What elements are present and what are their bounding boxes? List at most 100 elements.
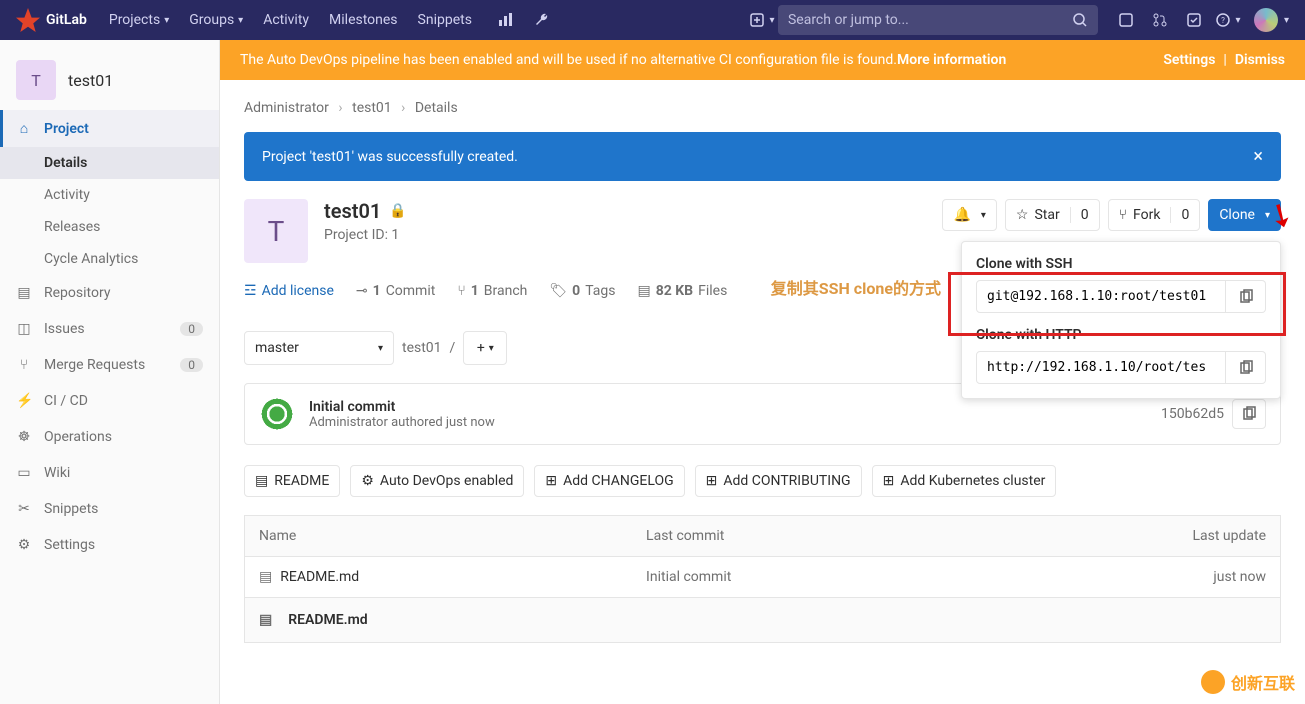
- copy-icon: [1238, 289, 1254, 305]
- add-contributing-button[interactable]: ⊞ Add CONTRIBUTING: [695, 465, 862, 497]
- stat-files[interactable]: ▤ 82 KB Files: [638, 283, 728, 299]
- mr-badge: 0: [180, 358, 203, 372]
- clone-ssh-input[interactable]: [976, 280, 1226, 313]
- bell-icon: 🔔: [953, 207, 970, 223]
- banner-text: The Auto DevOps pipeline has been enable…: [240, 52, 897, 68]
- star-button[interactable]: ☆Star0: [1005, 199, 1100, 231]
- notification-button[interactable]: 🔔▾: [942, 199, 996, 231]
- sidebar-sub-cycle-analytics[interactable]: Cycle Analytics: [0, 243, 219, 275]
- plus-icon[interactable]: ▾: [746, 4, 778, 36]
- sidebar-item-merge-requests[interactable]: ⑂Merge Requests0: [0, 347, 219, 383]
- sidebar-item-operations[interactable]: ☸Operations: [0, 419, 219, 455]
- copy-http-button[interactable]: [1226, 351, 1266, 384]
- todos-icon[interactable]: [1178, 4, 1210, 36]
- breadcrumb-admin[interactable]: Administrator: [244, 100, 329, 116]
- commit-title[interactable]: Initial commit: [309, 399, 495, 415]
- breadcrumb-project[interactable]: test01: [352, 100, 392, 116]
- readme-panel-header: ▤ README.md: [244, 598, 1281, 643]
- table-row[interactable]: ▤README.md Initial commit just now: [245, 557, 1281, 598]
- ops-icon: ☸: [16, 429, 32, 445]
- clone-http-input[interactable]: [976, 351, 1226, 384]
- project-id: Project ID: 1: [324, 227, 407, 243]
- path-project[interactable]: test01: [402, 340, 442, 356]
- file-icon: ▤: [259, 569, 272, 585]
- gitlab-icon: [16, 8, 40, 32]
- svg-text:?: ?: [1222, 16, 1226, 25]
- alert-text: Project 'test01' was successfully create…: [262, 149, 518, 165]
- project-title: test01: [324, 199, 381, 223]
- clone-ssh-label: Clone with SSH: [976, 256, 1266, 272]
- file-commit[interactable]: Initial commit: [632, 557, 973, 598]
- sidebar-item-cicd[interactable]: ⚡CI / CD: [0, 383, 219, 419]
- issues-icon[interactable]: [1110, 4, 1142, 36]
- nav-activity[interactable]: Activity: [253, 0, 319, 40]
- add-changelog-button[interactable]: ⊞ Add CHANGELOG: [534, 465, 684, 497]
- sidebar-sub-activity[interactable]: Activity: [0, 179, 219, 211]
- file-table: Name Last commit Last update ▤README.md …: [244, 515, 1281, 598]
- gitlab-logo[interactable]: GitLab: [16, 8, 87, 32]
- commit-author[interactable]: Administrator: [309, 415, 388, 430]
- sidebar-sub-releases[interactable]: Releases: [0, 211, 219, 243]
- merge-requests-icon[interactable]: [1144, 4, 1176, 36]
- devops-banner: The Auto DevOps pipeline has been enable…: [220, 40, 1305, 80]
- book-icon: ▭: [16, 465, 32, 481]
- commit-when: authored just now: [391, 415, 495, 430]
- branch-select[interactable]: master▾: [244, 331, 394, 365]
- stat-branches[interactable]: ⑂ 1 Branch: [457, 283, 527, 299]
- quick-actions: ▤ README ⚙ Auto DevOps enabled ⊞ Add CHA…: [244, 465, 1281, 497]
- scissors-icon: ✂: [16, 501, 32, 517]
- commit-author-avatar: [259, 396, 295, 432]
- sidebar-sub-details[interactable]: Details: [0, 147, 219, 179]
- stat-commits[interactable]: ⊸ 1 Commit: [356, 283, 435, 299]
- activity-chart-icon[interactable]: [490, 4, 522, 36]
- admin-wrench-icon[interactable]: [526, 4, 558, 36]
- search-input[interactable]: [788, 12, 1072, 28]
- nav-groups[interactable]: Groups▾: [179, 0, 253, 40]
- add-file-button[interactable]: + ▾: [463, 331, 507, 365]
- copy-ssh-button[interactable]: [1226, 280, 1266, 313]
- add-k8s-button[interactable]: ⊞ Add Kubernetes cluster: [872, 465, 1057, 497]
- topbar: GitLab Projects▾ Groups▾ Activity Milest…: [0, 0, 1305, 40]
- project-name: test01: [68, 71, 113, 90]
- nav-milestones[interactable]: Milestones: [319, 0, 408, 40]
- commit-sha[interactable]: 150b62d5: [1161, 406, 1224, 422]
- clone-button[interactable]: Clone▾: [1208, 199, 1281, 231]
- user-avatar[interactable]: [1254, 8, 1278, 32]
- clone-http-label: Clone with HTTP: [976, 327, 1266, 343]
- star-count: 0: [1070, 207, 1089, 223]
- sidebar-item-wiki[interactable]: ▭Wiki: [0, 455, 219, 491]
- annotation-text: 复制其SSH clone的方式: [771, 275, 941, 299]
- copy-icon: [1238, 360, 1254, 376]
- sidebar-item-settings[interactable]: ⚙Settings: [0, 527, 219, 563]
- stat-tags[interactable]: 🏷 0 Tags: [549, 283, 615, 299]
- banner-settings[interactable]: Settings: [1163, 52, 1215, 68]
- breadcrumb: Administrator › test01 › Details: [244, 92, 1281, 132]
- sidebar-item-issues[interactable]: ◫Issues0: [0, 311, 219, 347]
- alert-close-icon[interactable]: ×: [1253, 146, 1263, 167]
- banner-dismiss[interactable]: Dismiss: [1235, 52, 1285, 68]
- nav-projects[interactable]: Projects▾: [99, 0, 179, 40]
- sidebar-item-project[interactable]: ⌂Project: [0, 110, 219, 147]
- auto-devops-button[interactable]: ⚙ Auto DevOps enabled: [350, 465, 524, 497]
- nav-snippets[interactable]: Snippets: [408, 0, 482, 40]
- banner-more-info[interactable]: More information: [897, 52, 1006, 68]
- sidebar-project-header[interactable]: T test01: [0, 50, 219, 110]
- sidebar-item-snippets[interactable]: ✂Snippets: [0, 491, 219, 527]
- fork-button[interactable]: ⑂Fork0: [1108, 199, 1201, 231]
- search-icon: [1072, 12, 1088, 28]
- help-icon[interactable]: ?▾: [1212, 4, 1244, 36]
- rocket-icon: ⚡: [16, 393, 32, 409]
- lock-icon: 🔒: [389, 203, 406, 219]
- copy-sha-button[interactable]: [1232, 399, 1266, 429]
- watermark: 创新互联: [1201, 670, 1295, 694]
- mr-icon: ⑂: [16, 357, 32, 373]
- readme-button[interactable]: ▤ README: [244, 465, 340, 497]
- project-header: T test01 🔒 Project ID: 1 🔔▾ ☆Star0 ⑂Fork0…: [244, 199, 1281, 263]
- project-avatar-large: T: [244, 199, 308, 263]
- brand-text: GitLab: [46, 12, 87, 28]
- global-search[interactable]: [778, 5, 1098, 35]
- file-name[interactable]: README.md: [280, 569, 359, 585]
- watermark-icon: [1201, 670, 1225, 694]
- add-license-link[interactable]: ☲ Add license: [244, 283, 334, 299]
- sidebar-item-repository[interactable]: ▤Repository: [0, 275, 219, 311]
